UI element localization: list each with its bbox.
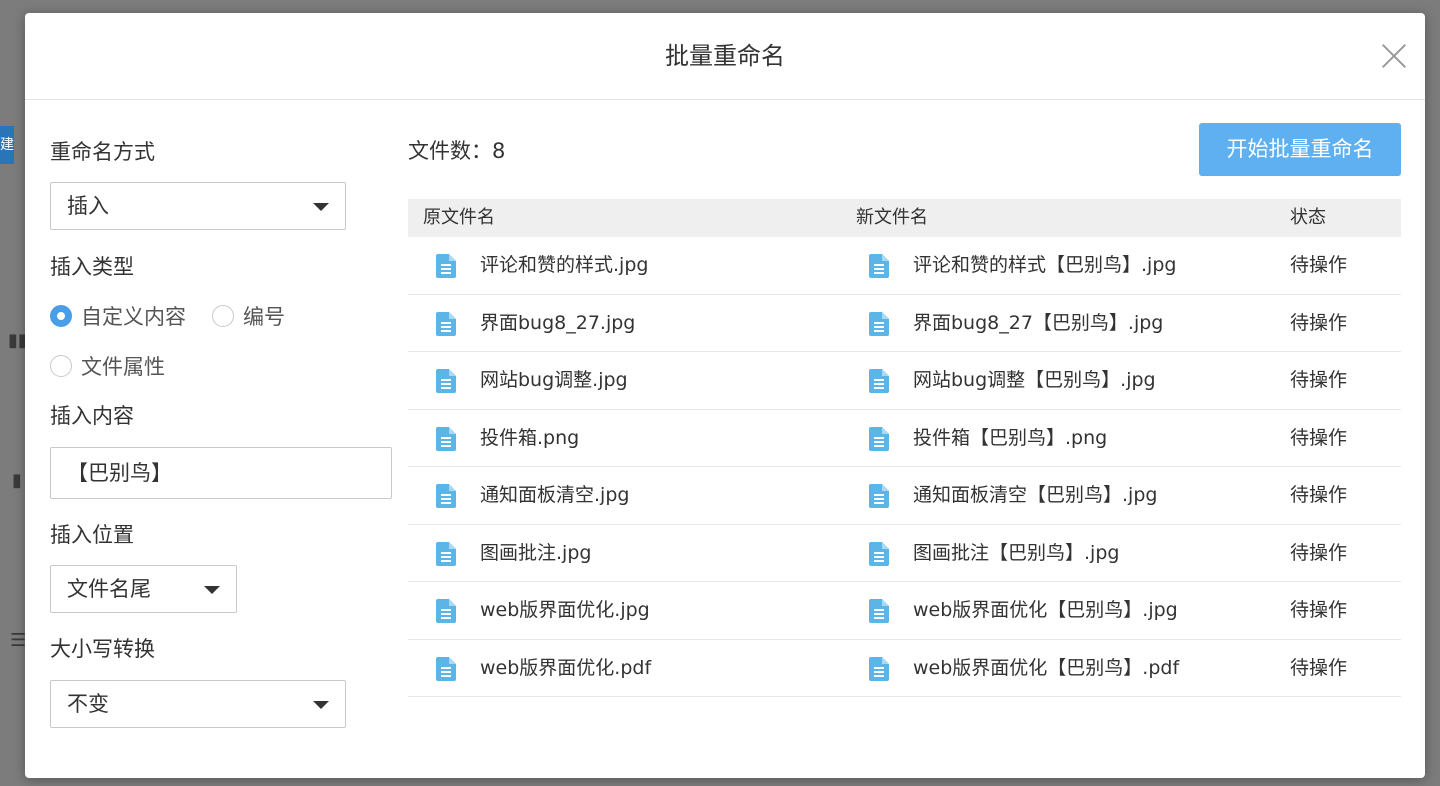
radio-label: 文件属性 <box>81 355 165 379</box>
status-text: 待操作 <box>1290 369 1348 391</box>
header-status: 状态 <box>1290 207 1326 228</box>
file-icon <box>869 426 889 451</box>
insert-position-value: 文件名尾 <box>67 577 151 601</box>
table-row: 通知面板清空.jpg 通知面板清空【巴别鸟】.jpg 待操作 <box>408 467 1401 525</box>
rename-mode-label: 重命名方式 <box>50 140 155 164</box>
batch-rename-dialog: 批量重命名 重命名方式 插入 插入类型 自定义内容 编号 文件属性 插入内容 【… <box>25 13 1425 778</box>
original-filename: 图画批注.jpg <box>480 541 592 564</box>
file-icon <box>436 254 456 278</box>
new-filename: 评论和赞的样式【巴别鸟】.jpg <box>913 254 1177 276</box>
radio-circle <box>50 355 72 377</box>
header-original-name: 原文件名 <box>423 207 495 228</box>
file-icon <box>869 484 889 508</box>
new-filename: 通知面板清空【巴别鸟】.jpg <box>913 484 1158 506</box>
rename-preview-table: 原文件名 新文件名 状态 评论和赞的样式.jpg 评论和赞的样式【巴别鸟】.jpg… <box>408 199 1401 697</box>
status-text: 待操作 <box>1290 426 1348 449</box>
new-filename: web版界面优化【巴别鸟】.pdf <box>913 656 1180 679</box>
table-row: 图画批注.jpg 图画批注【巴别鸟】.jpg 待操作 <box>408 525 1401 582</box>
table-row: web版界面优化.pdf web版界面优化【巴别鸟】.pdf 待操作 <box>408 640 1401 697</box>
table-row: 评论和赞的样式.jpg 评论和赞的样式【巴别鸟】.jpg 待操作 <box>408 237 1401 295</box>
insert-position-select[interactable]: 文件名尾 <box>50 565 237 613</box>
table-header: 原文件名 新文件名 状态 <box>408 199 1401 237</box>
radio-circle <box>50 305 72 327</box>
file-icon <box>869 254 889 278</box>
new-filename: 界面bug8_27【巴别鸟】.jpg <box>913 311 1164 334</box>
file-icon <box>436 541 456 566</box>
file-icon <box>436 484 456 508</box>
chevron-down-icon <box>204 586 220 594</box>
original-filename: web版界面优化.jpg <box>480 599 650 621</box>
file-icon <box>436 426 456 451</box>
original-filename: 网站bug调整.jpg <box>480 369 628 391</box>
insert-type-label: 插入类型 <box>50 255 134 279</box>
file-icon <box>869 656 889 681</box>
rename-mode-value: 插入 <box>67 194 109 218</box>
status-text: 待操作 <box>1290 656 1348 679</box>
status-text: 待操作 <box>1290 541 1348 564</box>
radio-custom-content[interactable]: 自定义内容 <box>50 301 186 331</box>
status-text: 待操作 <box>1290 254 1348 276</box>
table-body: 评论和赞的样式.jpg 评论和赞的样式【巴别鸟】.jpg 待操作 界面bug8_27.… <box>408 237 1401 697</box>
case-conversion-select[interactable]: 不变 <box>50 680 346 728</box>
new-filename: web版界面优化【巴别鸟】.jpg <box>913 599 1178 621</box>
original-filename: 评论和赞的样式.jpg <box>480 254 649 276</box>
file-icon <box>869 599 889 623</box>
case-conversion-label: 大小写转换 <box>50 637 155 661</box>
radio-label: 自定义内容 <box>81 305 186 329</box>
new-filename: 投件箱【巴别鸟】.png <box>913 426 1108 449</box>
insert-position-label: 插入位置 <box>50 523 134 547</box>
chevron-down-icon <box>313 701 329 709</box>
file-icon <box>869 541 889 566</box>
start-batch-rename-button[interactable]: 开始批量重命名 <box>1199 123 1401 176</box>
status-text: 待操作 <box>1290 599 1348 621</box>
table-row: web版界面优化.jpg web版界面优化【巴别鸟】.jpg 待操作 <box>408 582 1401 640</box>
new-filename: 图画批注【巴别鸟】.jpg <box>913 541 1120 564</box>
radio-file-attribute[interactable]: 文件属性 <box>50 351 165 381</box>
background-tab: 建 <box>0 126 14 164</box>
file-icon <box>869 369 889 393</box>
header-new-name: 新文件名 <box>856 207 928 228</box>
radio-label: 编号 <box>243 305 285 329</box>
radio-circle <box>212 305 234 327</box>
case-conversion-value: 不变 <box>67 692 109 716</box>
status-text: 待操作 <box>1290 484 1348 506</box>
file-icon <box>436 656 456 681</box>
close-icon[interactable] <box>1381 43 1407 69</box>
original-filename: 通知面板清空.jpg <box>480 484 630 506</box>
file-count: 文件数：8 <box>408 139 506 163</box>
chevron-down-icon <box>313 203 329 211</box>
status-text: 待操作 <box>1290 311 1348 334</box>
dialog-header: 批量重命名 <box>25 13 1425 100</box>
file-icon <box>869 311 889 336</box>
background-fragment: ▮ <box>12 470 22 491</box>
original-filename: 投件箱.png <box>480 426 580 449</box>
radio-numbering[interactable]: 编号 <box>212 301 285 331</box>
file-icon <box>436 599 456 623</box>
original-filename: web版界面优化.pdf <box>480 656 652 679</box>
table-row: 网站bug调整.jpg 网站bug调整【巴别鸟】.jpg 待操作 <box>408 352 1401 410</box>
file-icon <box>436 369 456 393</box>
insert-content-label: 插入内容 <box>50 404 134 428</box>
table-row: 界面bug8_27.jpg 界面bug8_27【巴别鸟】.jpg 待操作 <box>408 295 1401 352</box>
new-filename: 网站bug调整【巴别鸟】.jpg <box>913 369 1156 391</box>
rename-mode-select[interactable]: 插入 <box>50 182 346 230</box>
table-row: 投件箱.png 投件箱【巴别鸟】.png 待操作 <box>408 410 1401 467</box>
insert-content-input[interactable]: 【巴别鸟】 <box>50 447 392 499</box>
background-fragment: ☰ <box>10 630 27 651</box>
file-icon <box>436 311 456 336</box>
original-filename: 界面bug8_27.jpg <box>480 311 636 334</box>
dialog-title: 批量重命名 <box>665 42 785 70</box>
